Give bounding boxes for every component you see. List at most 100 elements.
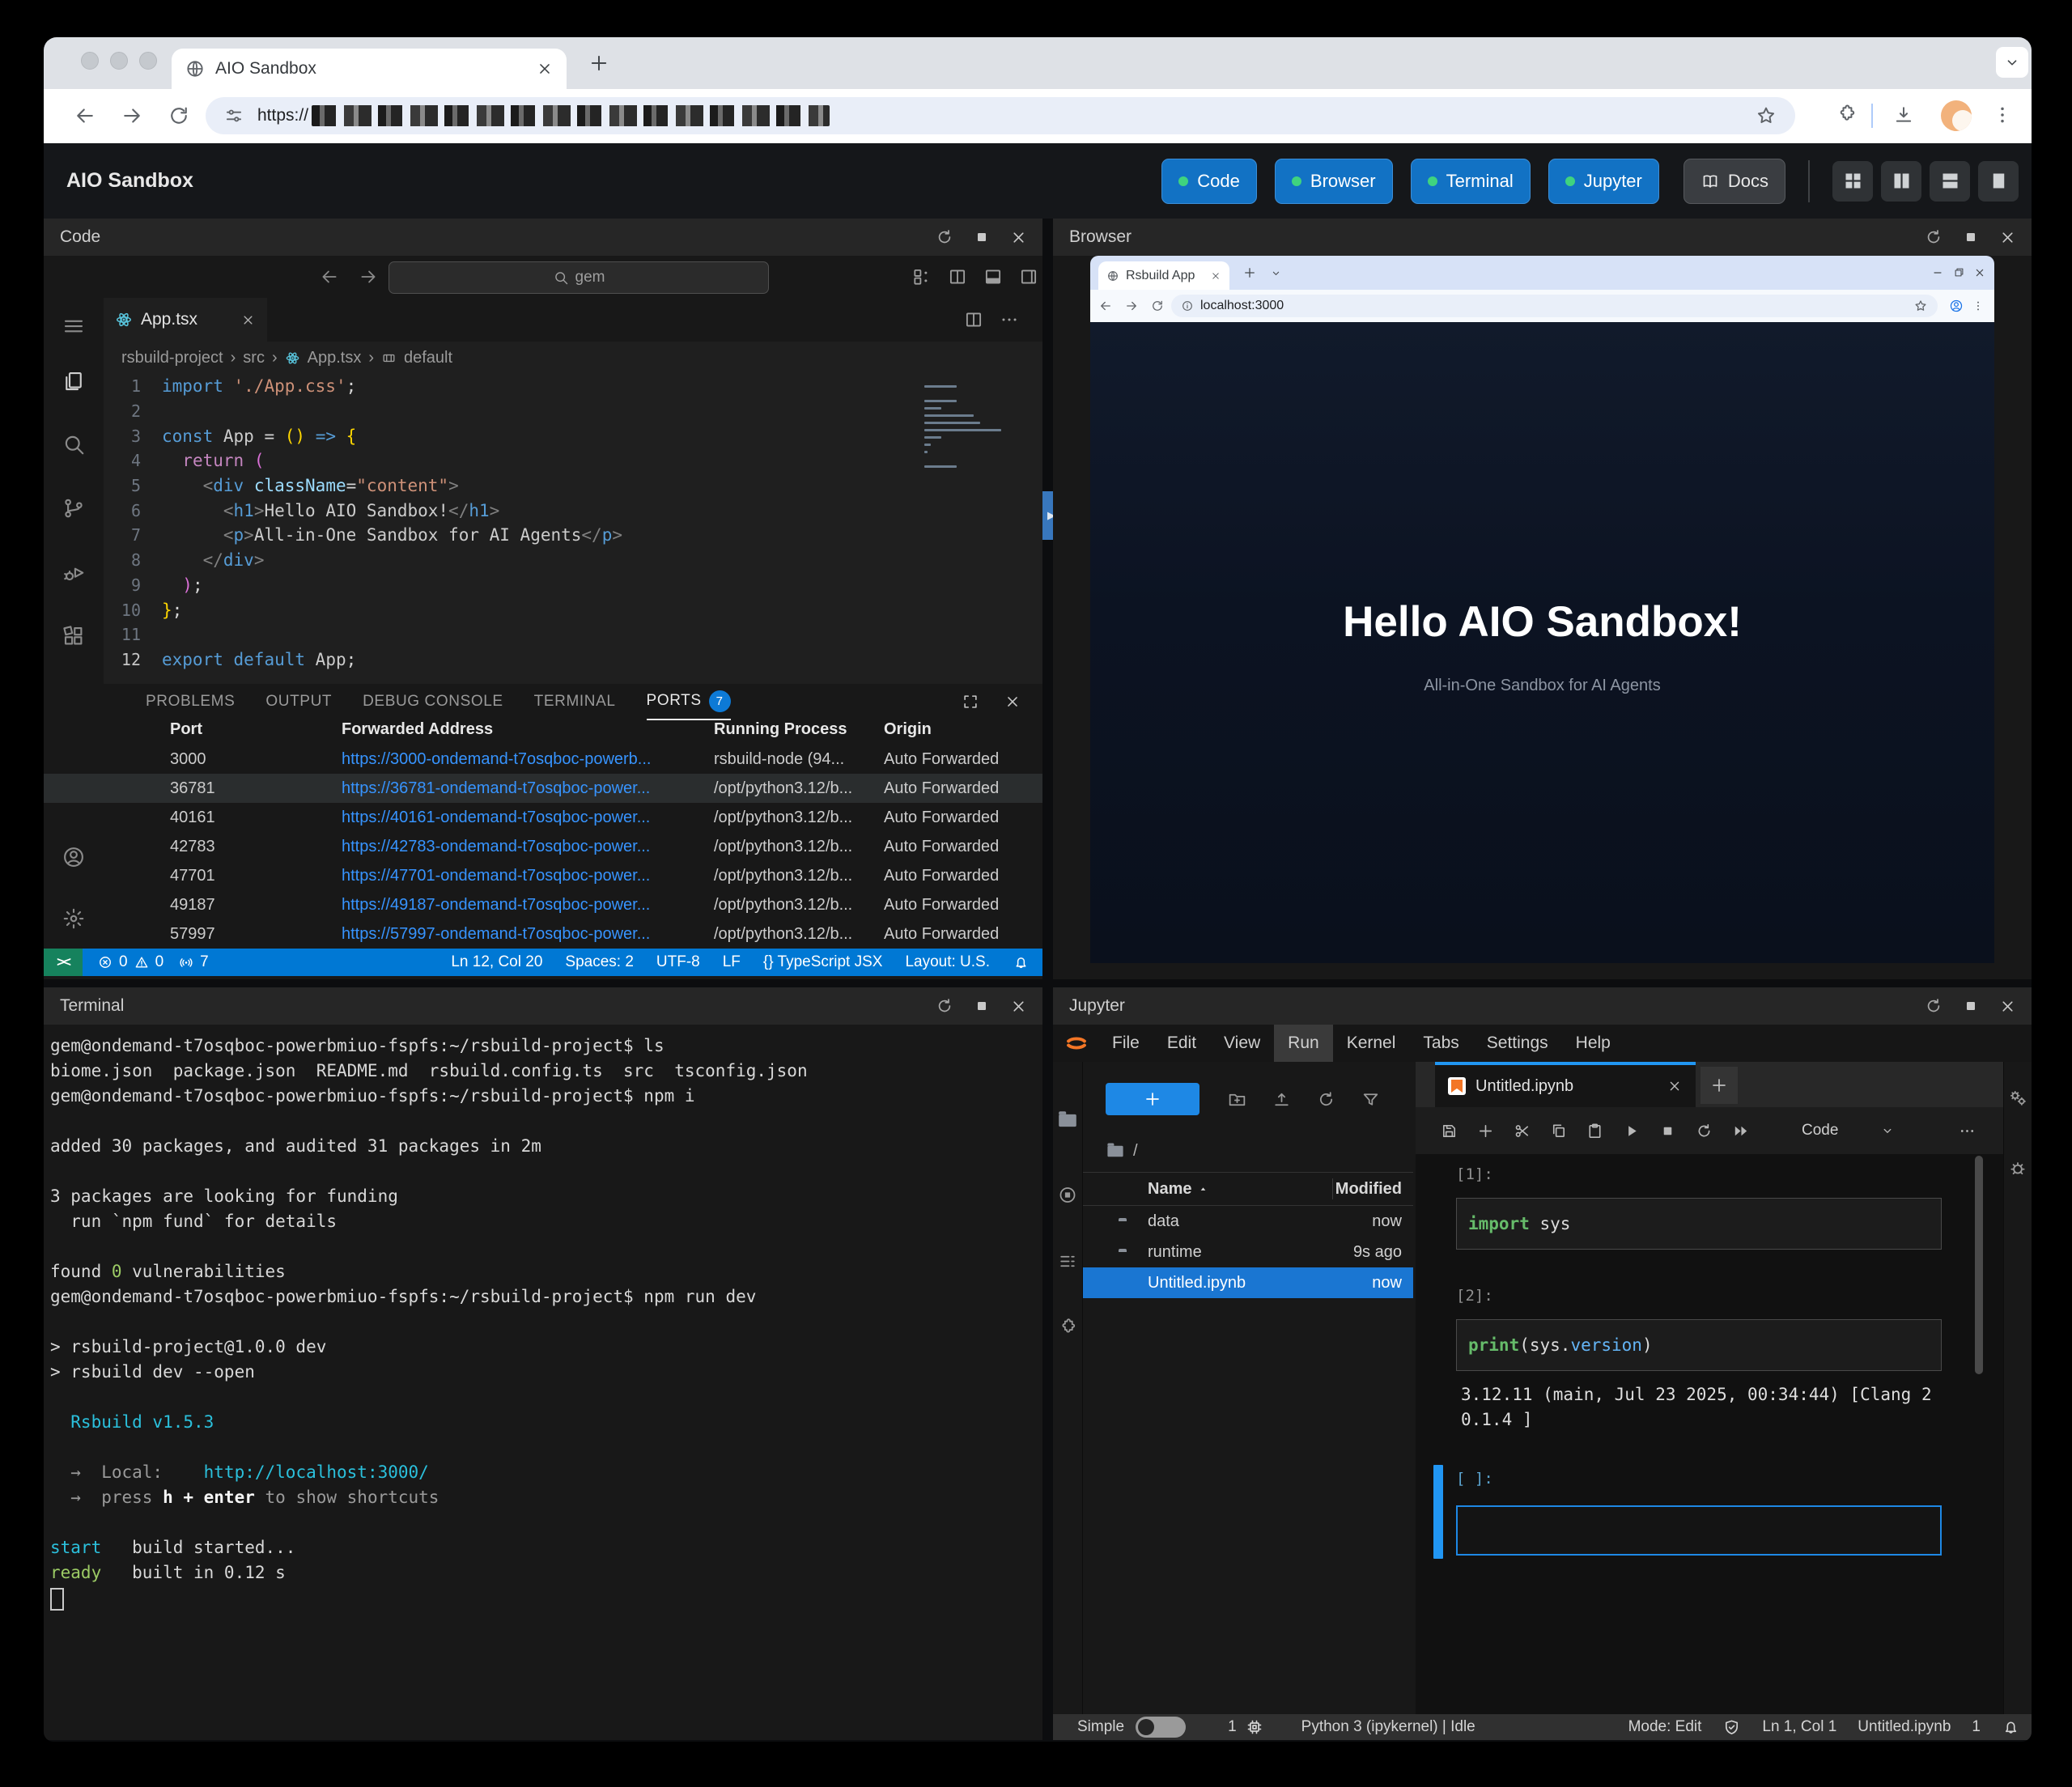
- forwarded-address-link[interactable]: https://42783-ondemand-t7osqboc-power...: [342, 838, 714, 856]
- minimap[interactable]: [924, 385, 1013, 473]
- layout-status[interactable]: Layout: U.S.: [905, 953, 990, 971]
- embedded-tab-chevron-icon[interactable]: [1270, 267, 1282, 279]
- toggle-sidebar-icon[interactable]: [1018, 266, 1039, 287]
- docs-button[interactable]: Docs: [1684, 159, 1785, 204]
- menu-file[interactable]: File: [1098, 1025, 1153, 1062]
- language-status[interactable]: {} TypeScript JSX: [763, 953, 883, 971]
- file-row-runtime[interactable]: runtime9s ago: [1083, 1237, 1413, 1267]
- menu-edit[interactable]: Edit: [1153, 1025, 1210, 1062]
- traffic-light-close[interactable]: [81, 52, 99, 70]
- layout-rows-button[interactable]: [1930, 161, 1970, 202]
- notifications-bell-icon[interactable]: [2002, 1718, 2020, 1737]
- tab-close-icon[interactable]: [536, 60, 554, 78]
- cell-editor[interactable]: import sys: [1456, 1198, 1942, 1250]
- toolbar-more-icon[interactable]: [1958, 1122, 1976, 1140]
- port-row[interactable]: 47701https://47701-ondemand-t7osqboc-pow…: [44, 861, 1042, 890]
- menu-kernel[interactable]: Kernel: [1333, 1025, 1410, 1062]
- close-panel-icon[interactable]: [1004, 693, 1021, 711]
- problems-status[interactable]: 0 0: [97, 953, 163, 971]
- editor-tab-apptsx[interactable]: App.tsx: [104, 298, 267, 342]
- breadcrumb-symbol[interactable]: default: [404, 349, 452, 367]
- notebook-cell[interactable]: [ ]:: [1416, 1470, 2004, 1556]
- search-sidebar-icon[interactable]: [62, 432, 86, 456]
- customize-layout-icon[interactable]: [911, 266, 932, 287]
- menu-tabs[interactable]: Tabs: [1409, 1025, 1472, 1062]
- service-button-jupyter[interactable]: Jupyter: [1548, 159, 1659, 204]
- panel-reload-icon[interactable]: [1924, 996, 1943, 1016]
- cell-type-chevron-icon[interactable]: [1880, 1123, 1895, 1138]
- panel-reload-icon[interactable]: [935, 227, 954, 247]
- panel-maximize-icon[interactable]: [974, 998, 990, 1014]
- simple-mode-toggle[interactable]: [1136, 1717, 1186, 1738]
- add-cell-icon[interactable]: [1476, 1122, 1495, 1140]
- panel-close-icon[interactable]: [1009, 228, 1028, 247]
- layout-columns-button[interactable]: [1881, 161, 1921, 202]
- command-center-search[interactable]: gem: [388, 261, 769, 294]
- cut-cell-icon[interactable]: [1513, 1122, 1531, 1140]
- forwarded-address-link[interactable]: https://57997-ondemand-t7osqboc-power...: [342, 925, 714, 944]
- embedded-back-icon[interactable]: [1098, 299, 1113, 313]
- forwarded-address-link[interactable]: https://47701-ondemand-t7osqboc-power...: [342, 867, 714, 885]
- port-row[interactable]: 40161https://40161-ondemand-t7osqboc-pow…: [44, 803, 1042, 832]
- notifications-bell-icon[interactable]: [1013, 954, 1030, 971]
- kernel-status[interactable]: Python 3 (ipykernel) | Idle: [1301, 1718, 1475, 1736]
- cell-type-select[interactable]: Code: [1802, 1122, 1838, 1140]
- embedded-close-icon[interactable]: [1973, 266, 1986, 279]
- menu-run[interactable]: Run: [1274, 1025, 1333, 1062]
- menu-help[interactable]: Help: [1562, 1025, 1624, 1062]
- tab-search-button[interactable]: [1996, 47, 2028, 78]
- service-button-terminal[interactable]: Terminal: [1411, 159, 1531, 204]
- layout-grid-button[interactable]: [1832, 161, 1873, 202]
- forwarded-address-link[interactable]: https://40161-ondemand-t7osqboc-power...: [342, 809, 714, 827]
- code-editor[interactable]: 1import './App.css';23const App = () => …: [104, 374, 1042, 684]
- site-info-icon[interactable]: [223, 105, 244, 126]
- file-row-Untitled.ipynb[interactable]: Untitled.ipynbnow: [1083, 1267, 1413, 1298]
- new-tab-button[interactable]: [588, 52, 610, 74]
- forward-button[interactable]: [120, 104, 144, 128]
- split-editor-right-icon[interactable]: [963, 309, 984, 330]
- menu-settings[interactable]: Settings: [1473, 1025, 1562, 1062]
- debugger-icon[interactable]: [2007, 1157, 2028, 1178]
- table-of-contents-icon[interactable]: [1058, 1251, 1078, 1271]
- notebook-scrollbar[interactable]: [1975, 1156, 1983, 1374]
- run-all-icon[interactable]: [1731, 1122, 1750, 1140]
- notebook-cell[interactable]: [1]:import sys: [1416, 1165, 2004, 1250]
- panel-maximize-icon[interactable]: [1963, 229, 1979, 245]
- menu-view[interactable]: View: [1210, 1025, 1274, 1062]
- explorer-icon[interactable]: [62, 369, 86, 393]
- port-row[interactable]: 3000https://3000-ondemand-t7osqboc-power…: [44, 745, 1042, 774]
- download-icon[interactable]: [1892, 104, 1915, 126]
- site-info-icon[interactable]: [1181, 299, 1194, 312]
- panel-reload-icon[interactable]: [1924, 227, 1943, 247]
- address-bar[interactable]: https://: [206, 97, 1795, 134]
- encoding-status[interactable]: UTF-8: [656, 953, 700, 971]
- embedded-minimize-icon[interactable]: [1931, 266, 1944, 279]
- notebook-tab[interactable]: Untitled.ipynb: [1435, 1062, 1696, 1107]
- service-button-code[interactable]: Code: [1161, 159, 1257, 204]
- file-breadcrumb[interactable]: /: [1083, 1136, 1413, 1165]
- layout-single-button[interactable]: [1978, 161, 2019, 202]
- restart-kernel-icon[interactable]: [1695, 1122, 1713, 1140]
- editor-tab-close-icon[interactable]: [240, 312, 256, 328]
- service-button-browser[interactable]: Browser: [1275, 159, 1393, 204]
- profile-avatar[interactable]: [1941, 100, 1972, 131]
- source-control-icon[interactable]: [62, 496, 86, 520]
- embedded-new-tab-icon[interactable]: [1242, 265, 1257, 280]
- port-row[interactable]: 42783https://42783-ondemand-t7osqboc-pow…: [44, 832, 1042, 861]
- new-notebook-tab-button[interactable]: [1700, 1067, 1738, 1104]
- embedded-profile-icon[interactable]: [1949, 299, 1964, 313]
- embedded-address-bar[interactable]: localhost:3000: [1171, 295, 1938, 317]
- new-launcher-button[interactable]: [1106, 1083, 1199, 1115]
- traffic-light-zoom[interactable]: [139, 52, 157, 70]
- breadcrumb-file[interactable]: App.tsx: [308, 349, 362, 367]
- extensions-icon[interactable]: [1835, 104, 1858, 126]
- line-col-status[interactable]: Ln 12, Col 20: [451, 953, 542, 971]
- forwarded-address-link[interactable]: https://3000-ondemand-t7osqboc-powerb...: [342, 750, 714, 769]
- panel-maximize-icon[interactable]: [1963, 998, 1979, 1014]
- panel-close-icon[interactable]: [1009, 997, 1028, 1016]
- interrupt-kernel-icon[interactable]: [1658, 1122, 1677, 1140]
- remote-indicator[interactable]: ><: [44, 949, 83, 976]
- property-inspector-icon[interactable]: [2007, 1088, 2028, 1109]
- forwarded-address-link[interactable]: https://49187-ondemand-t7osqboc-power...: [342, 896, 714, 915]
- run-debug-icon[interactable]: [62, 560, 86, 584]
